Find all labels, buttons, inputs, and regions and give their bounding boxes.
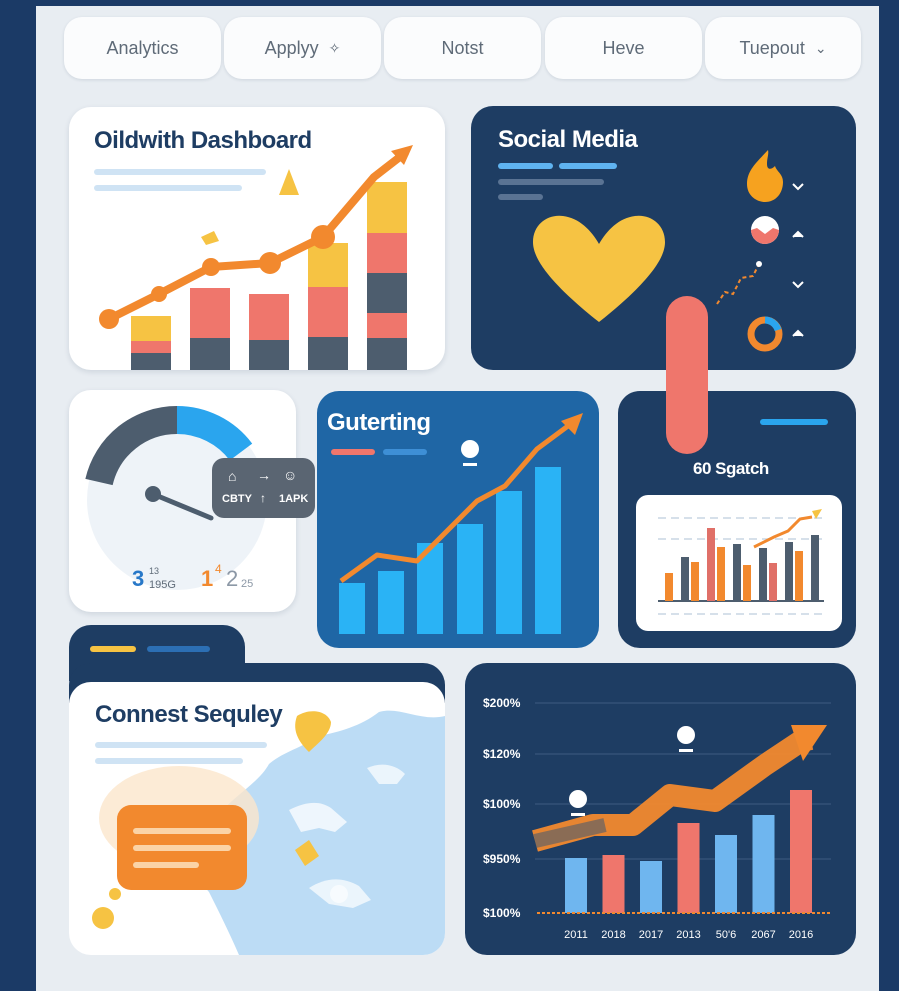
stacked-bar	[308, 243, 348, 370]
dashboard-panel: Analytics Applyy ✧ Notst Heve Tuepout ⌄ …	[36, 6, 879, 991]
chevron-down-icon	[792, 281, 804, 289]
arrow-right-icon: →	[257, 467, 271, 483]
y-axis-label: $200%	[483, 696, 521, 710]
stacked-bar	[190, 288, 230, 370]
finance-bar	[640, 861, 662, 913]
growth-chart	[99, 145, 413, 370]
finance-bar	[715, 835, 737, 913]
x-axis-label: 2016	[789, 929, 813, 941]
tab-tuepout[interactable]: Tuepout ⌄	[705, 17, 861, 79]
tab-notst[interactable]: Notst	[384, 17, 541, 79]
readout-right-digit: 2	[226, 566, 239, 591]
finance-bar	[790, 790, 812, 913]
header-accent	[760, 419, 828, 425]
shuffle-icon: ✧	[328, 39, 341, 56]
finance-bar	[565, 858, 587, 913]
finance-chart: $200% $120% $100% $950% $100% 2011 2018 2017 20…	[483, 696, 831, 941]
heart-icon	[533, 215, 665, 322]
bell-icon	[279, 169, 299, 195]
transfer-to: 1APK	[279, 493, 309, 505]
readout-left-big: 3	[132, 566, 145, 591]
trend-bars	[339, 467, 561, 634]
x-axis-label: 50'6	[716, 929, 736, 941]
subtitle-placeholder	[95, 758, 243, 764]
readout-right-digit: 4	[215, 562, 222, 576]
search-card[interactable]: 60 Sgatch	[618, 391, 856, 648]
mini-chart-panel	[636, 495, 842, 631]
readout-left-small: 195G	[149, 579, 176, 591]
spark-icon	[201, 231, 219, 245]
y-axis-label: $120%	[483, 747, 521, 761]
finance-bar	[752, 815, 775, 913]
trend-chart	[339, 413, 583, 634]
stacked-bar	[131, 316, 171, 370]
stacked-bar	[249, 294, 289, 370]
readout-left-small: 13	[149, 566, 160, 576]
x-axis-label: 2013	[676, 929, 700, 941]
readout-right-small: 25	[241, 578, 254, 590]
finance-bar	[602, 855, 625, 913]
chevron-up-icon	[792, 329, 804, 337]
trend-card[interactable]: Guterting	[317, 391, 599, 648]
user-marker-icon	[677, 726, 695, 744]
user-marker-icon	[569, 790, 587, 808]
readout-right-big: 1	[201, 566, 214, 591]
tab-analytics[interactable]: Analytics	[64, 17, 221, 79]
y-axis-label: $950%	[483, 852, 521, 866]
mini-bar-chart	[658, 509, 824, 615]
tab-label: Heve	[602, 37, 645, 58]
tab-label: Applyy	[264, 37, 319, 58]
x-axis-label: 2067	[751, 929, 775, 941]
stacked-bar	[367, 182, 407, 370]
tab-label: Notst	[441, 37, 484, 58]
social-media-card[interactable]: Social Media	[471, 106, 856, 370]
mini-trend-line	[753, 515, 813, 549]
tab-accent	[147, 646, 210, 652]
subtitle-placeholder	[95, 742, 267, 748]
tab-applyy[interactable]: Applyy ✧	[224, 17, 381, 79]
dot-marker-icon	[92, 907, 114, 929]
region-card-body: Connest Sequley	[69, 682, 445, 955]
connector-icon	[716, 263, 760, 305]
flame-icon	[747, 150, 783, 202]
card-title: 60 Sgatch	[693, 459, 769, 478]
lock-icon: ⌂	[228, 468, 237, 484]
user-marker-icon	[461, 440, 479, 458]
user-icon: ☺	[283, 467, 298, 483]
tab-bar: Analytics Applyy ✧ Notst Heve Tuepout ⌄	[64, 17, 861, 79]
x-axis-label: 2017	[639, 929, 663, 941]
tab-heve[interactable]: Heve	[545, 17, 702, 79]
y-axis-label: $100%	[483, 797, 521, 811]
transfer-tooltip[interactable]: ⌂ → ☺ CBTY ↑ 1APK	[212, 458, 315, 518]
finance-bar	[677, 823, 700, 913]
y-axis-label: $100%	[483, 906, 521, 920]
chevron-down-icon: ⌄	[814, 39, 827, 56]
tab-accent	[90, 646, 136, 652]
growth-dashboard-card[interactable]: Oildwith Dashboard	[69, 107, 445, 370]
arrow-up-icon: ↑	[260, 491, 266, 505]
chevron-up-icon	[792, 230, 804, 238]
finance-chart-card[interactable]: $200% $120% $100% $950% $100% 2011 2018 2017 20…	[465, 663, 856, 955]
x-axis-label: 2018	[601, 929, 625, 941]
tab-label: Tuepout	[739, 37, 805, 58]
card-title: Connest Sequley	[95, 701, 283, 728]
scroll-handle[interactable]	[666, 296, 708, 454]
region-card[interactable]: Connest Sequley	[69, 625, 445, 955]
social-icons	[533, 150, 804, 352]
tab-label: Analytics	[106, 37, 179, 58]
x-axis-label: 2011	[564, 929, 588, 941]
transfer-from: CBTY	[222, 493, 252, 505]
chevron-down-icon	[792, 183, 804, 191]
